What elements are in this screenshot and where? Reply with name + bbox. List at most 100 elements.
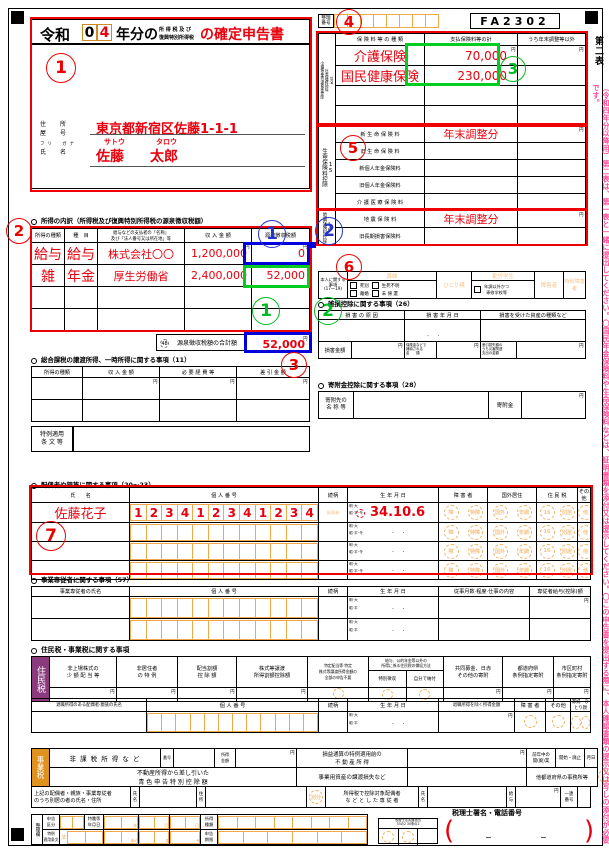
- badge-overseas[interactable]: 国外: [492, 543, 508, 559]
- row-2-amount[interactable]: [184, 286, 252, 309]
- si-r0-kind[interactable]: 介護保険: [335, 45, 425, 66]
- tax-agent-check-1[interactable]: [382, 831, 395, 843]
- si-r2-paid[interactable]: [424, 85, 518, 106]
- badge-separate[interactable]: 別居: [559, 505, 575, 520]
- pm-student-options[interactable]: 年調以外かつ 専修学校等: [471, 280, 535, 299]
- badge-year-adjust[interactable]: 年調: [516, 543, 532, 559]
- badge-disabled[interactable]: 障: [443, 524, 459, 540]
- withholding-total-value-cell[interactable]: 円 52,000: [246, 334, 310, 351]
- cas-amount-value[interactable]: 円: [351, 342, 404, 358]
- don-name-value[interactable]: [353, 391, 489, 419]
- rs-v1[interactable]: [146, 711, 319, 733]
- be-r1-relation[interactable]: [318, 618, 348, 641]
- be-r0-salary[interactable]: 円: [529, 596, 591, 619]
- sl-salary-value[interactable]: 円: [515, 786, 561, 808]
- badge-separate-icon[interactable]: 別分: [309, 790, 323, 804]
- be-r1-salary[interactable]: [529, 618, 591, 641]
- dep-row-1-disabled[interactable]: 障 特障: [438, 522, 488, 542]
- admin-clause[interactable]: 項: [138, 829, 170, 845]
- si-r1-kind[interactable]: 国民健康保険: [335, 65, 425, 86]
- row-3-item[interactable]: [64, 308, 98, 331]
- dep-row-0-birth[interactable]: 明·大 昭·平·令 34.10.6: [347, 502, 439, 523]
- li-r1-paid[interactable]: [424, 142, 518, 160]
- rs-v2[interactable]: [318, 711, 348, 733]
- cas-v1[interactable]: · ·: [404, 319, 481, 342]
- badge-special-disabled[interactable]: 特障: [467, 505, 483, 520]
- admin-item[interactable]: 号: [169, 829, 201, 845]
- si-r2-other[interactable]: [517, 85, 586, 106]
- row-0-kind[interactable]: 給与: [31, 242, 65, 265]
- row-2-payer[interactable]: [97, 286, 185, 309]
- badge-overseas[interactable]: 国外: [492, 505, 508, 520]
- li-r0-other[interactable]: 円: [517, 125, 586, 143]
- be-r0-name[interactable]: [31, 596, 130, 619]
- name-first[interactable]: 太郎: [150, 146, 178, 166]
- be-r0-mynumber[interactable]: [129, 596, 319, 619]
- admin-cert-year[interactable]: 年: [103, 814, 139, 830]
- badge-year-adjust[interactable]: 年調: [516, 562, 532, 578]
- row-3-amount[interactable]: [184, 308, 252, 331]
- dep-row-1-other[interactable]: 他: [577, 522, 593, 542]
- badge-16[interactable]: 16: [539, 543, 555, 559]
- admin-declare-value[interactable]: [59, 814, 85, 830]
- be-r0-relation[interactable]: [318, 596, 348, 619]
- badge-separate[interactable]: 別居: [559, 562, 575, 578]
- qi-r0-other[interactable]: 円: [517, 210, 586, 228]
- special-clause-value[interactable]: [73, 426, 310, 452]
- badge-widow-icon[interactable]: [571, 715, 581, 729]
- qi-r1-paid[interactable]: [424, 227, 518, 245]
- dep-row-1-relation[interactable]: [318, 522, 348, 542]
- row-0-withheld[interactable]: 円 0: [251, 242, 310, 265]
- admin-law[interactable]: 法: [59, 829, 104, 845]
- si-r2-kind[interactable]: [335, 85, 425, 106]
- rs-v4[interactable]: 円: [438, 711, 515, 733]
- ti-r1-c3[interactable]: [236, 399, 310, 422]
- li-r4-other[interactable]: [517, 193, 586, 211]
- pm-widow-options[interactable]: 死別 生死不明 離婚 未 帰 還: [347, 280, 437, 299]
- si-r3-other[interactable]: [517, 105, 586, 126]
- sl-address-value[interactable]: [205, 786, 307, 808]
- dep-row-1-overseas[interactable]: 国外 年調: [487, 522, 537, 542]
- be-r0-birth[interactable]: 明·大 昭·平 · ·: [347, 596, 439, 619]
- ti-r1-c2[interactable]: [159, 399, 237, 422]
- dep-row-0-resident-tax[interactable]: 16 別居: [536, 502, 578, 523]
- sl-name-value[interactable]: [139, 786, 197, 808]
- checkbox-death[interactable]: [350, 282, 357, 289]
- ti-r0-c3[interactable]: 円: [236, 377, 310, 400]
- row-3-payer[interactable]: [97, 308, 185, 331]
- cas-deduct-value[interactable]: 円: [516, 342, 585, 358]
- cas-insured-value[interactable]: 円: [436, 342, 480, 358]
- badge-separate[interactable]: 別居: [559, 543, 575, 559]
- si-r1-other[interactable]: [517, 65, 586, 86]
- pm-group-single-parent[interactable]: ひとり親: [436, 271, 472, 299]
- dep-row-3-overseas[interactable]: 国外 年調: [487, 560, 537, 580]
- row-0-amount[interactable]: 円 1,200,000: [184, 242, 252, 265]
- badge-disabled-icon[interactable]: [523, 714, 537, 728]
- dep-row-0-mynumber[interactable]: 1 2 3 4 1 2 3 4 1 2 3 4: [129, 502, 319, 523]
- row-1-amount[interactable]: 2,400,000: [184, 264, 252, 287]
- admin-cert-month[interactable]: 月: [138, 814, 170, 830]
- be-r0-work[interactable]: [438, 596, 530, 619]
- dep-row-3-birth[interactable]: 明·大 昭·平·令 · ·: [347, 560, 439, 580]
- be-r1-name[interactable]: [31, 618, 130, 641]
- bt-transfer-loss-value[interactable]: [407, 767, 527, 787]
- li-r1-other[interactable]: [517, 142, 586, 160]
- badge-overseas[interactable]: 国外: [492, 562, 508, 578]
- pm-group-disabled[interactable]: 障害者: [534, 271, 564, 299]
- bt-realestate-value[interactable]: 円: [407, 748, 527, 768]
- dep-row-1-mynumber[interactable]: [129, 522, 319, 542]
- be-r1-work[interactable]: [438, 618, 530, 641]
- rs-v7[interactable]: [570, 711, 591, 733]
- name-last[interactable]: 佐藤: [96, 146, 124, 166]
- dep-row-1-resident-tax[interactable]: 16 別居: [536, 522, 578, 542]
- li-r3-other[interactable]: [517, 176, 586, 194]
- be-r1-mynumber[interactable]: [129, 618, 319, 641]
- dep-row-0-disabled[interactable]: 障 特障: [438, 502, 488, 523]
- ti-r1-c1[interactable]: [82, 399, 160, 422]
- si-r0-other[interactable]: 円: [517, 45, 586, 66]
- badge-separate[interactable]: 別居: [559, 524, 575, 540]
- badge-year-adjust[interactable]: 年調: [516, 524, 532, 540]
- badge-disabled[interactable]: 障: [443, 562, 459, 578]
- dep-row-2-relation[interactable]: [318, 541, 348, 561]
- admin-article[interactable]: 条の: [103, 829, 139, 845]
